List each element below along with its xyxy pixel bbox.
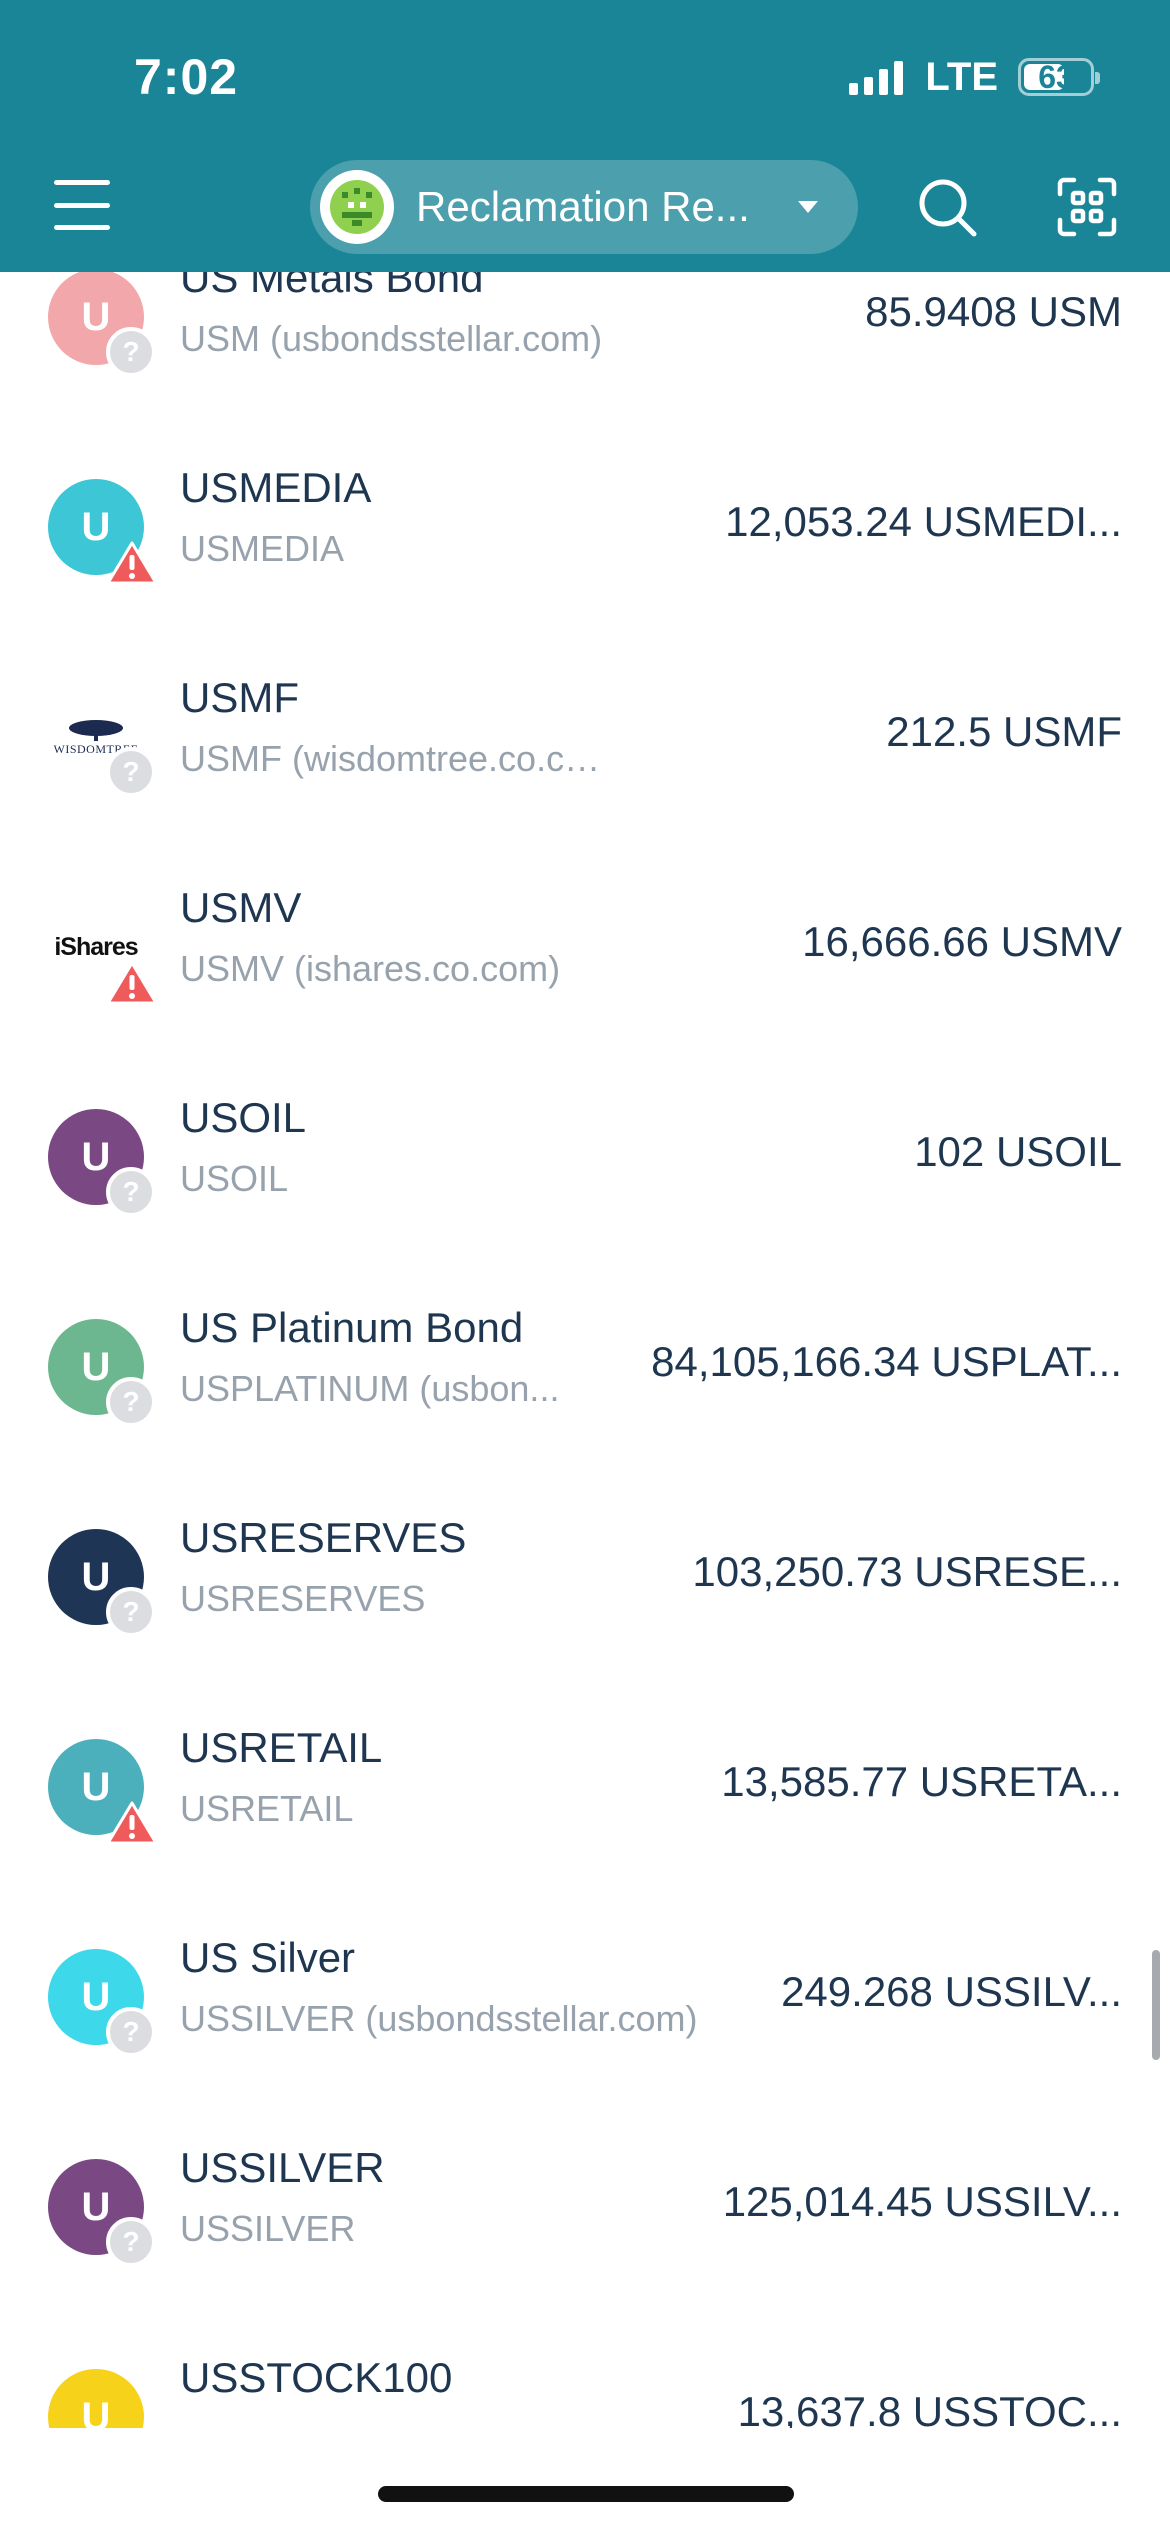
asset-row[interactable]: U? US Metals Bond USM (usbondsstellar.com)… [0,272,1170,422]
asset-row[interactable]: U USSTOCK100 13,637.8 USSTOC... [0,2312,1170,2428]
asset-row[interactable]: U USRETAIL USRETAIL 13,585.77 USRETA... [0,1682,1170,1892]
asset-name: US Silver [180,1934,356,1981]
account-name: Reclamation Re... [416,183,750,230]
asset-row[interactable]: U? US Platinum Bond USPLATINUM (usbon... 84… [0,1262,1170,1472]
status-indicators: LTE 63 [849,52,1100,102]
asset-list: U? US Metals Bond USM (usbondsstellar.com)… [0,272,1170,2428]
app-header: 7:02 LTE 63 Reclamation Re... [0,0,1170,272]
chevron-down-icon [798,201,818,213]
asset-name: USOIL [180,1094,307,1141]
asset-issuer: USM (usbondsstellar.com) [180,318,603,359]
cellular-signal-icon [849,59,904,95]
asset-row[interactable]: U? US Silver USSILVER (usbondsstellar.com)… [0,1892,1170,2102]
account-logo-icon [320,170,394,244]
asset-balance: 103,250.73 USRESE... [692,1548,1122,1595]
unknown-asset-icon: ? [106,1167,156,1217]
unknown-asset-icon: ? [106,1377,156,1427]
unknown-asset-icon: ? [106,2007,156,2057]
asset-balance: 16,666.66 USMV [802,918,1122,965]
asset-issuer: USRESERVES [180,1578,426,1619]
asset-name: USSILVER [180,2144,385,2191]
status-time: 7:02 [134,49,239,105]
battery-percent: 63 [1038,59,1074,95]
asset-issuer: USRETAIL [180,1788,354,1829]
asset-balance: 85.9408 USM [865,288,1122,335]
asset-issuer: USMV (ishares.co.com) [180,948,561,989]
asset-issuer: USSILVER [180,2208,356,2249]
asset-issuer: USOIL [180,1158,289,1199]
hamburger-menu-icon[interactable] [54,180,110,230]
asset-issuer: USMF (wisdomtree.co.com) [180,738,620,779]
warning-icon [106,1800,158,1846]
asset-row[interactable]: WISDOMTREE? USMF USMF (wisdomtree.co.com) 2… [0,632,1170,842]
asset-name: USRETAIL [180,1724,383,1771]
asset-row[interactable]: iShares USMV USMV (ishares.co.com) 16,666.6… [0,842,1170,1052]
asset-row[interactable]: U? USRESERVES USRESERVES 103,250.73 USRESE.… [0,1472,1170,1682]
asset-name: USMV [180,884,302,931]
unknown-asset-icon: ? [106,327,156,377]
account-selector[interactable]: Reclamation Re... [310,160,858,254]
qr-scan-icon[interactable] [1056,176,1118,238]
scrollbar[interactable] [1152,1950,1160,2060]
asset-name: USMEDIA [180,464,372,511]
battery-icon: 63 [1018,58,1100,96]
asset-issuer: USSILVER (usbondsstellar.com) [180,1998,698,2039]
unknown-asset-icon: ? [106,1587,156,1637]
unknown-asset-icon: ? [106,2217,156,2267]
network-type: LTE [925,54,998,99]
asset-balance: 13,637.8 USSTOC... [737,2388,1122,2428]
asset-balance: 125,014.45 USSILV... [722,2178,1122,2225]
asset-name: US Metals Bond [180,272,484,301]
unknown-asset-icon: ? [106,747,156,797]
asset-issuer: USPLATINUM (usbon... [180,1368,560,1409]
asset-name: USSTOCK100 [180,2354,453,2401]
asset-row[interactable]: U USMEDIA USMEDIA 12,053.24 USMEDI... [0,422,1170,632]
asset-name: USMF [180,674,299,721]
asset-name: US Platinum Bond [180,1304,524,1351]
warning-icon [106,960,158,1006]
asset-balance: 84,105,166.34 USPLAT... [651,1338,1122,1385]
home-indicator[interactable] [378,2486,794,2502]
asset-name: USRESERVES [180,1514,467,1561]
asset-row[interactable]: U? USSILVER USSILVER 125,014.45 USSILV... [0,2102,1170,2312]
asset-balance: 249.268 USSILV... [781,1968,1122,2015]
asset-balance: 102 USOIL [914,1128,1122,1175]
asset-balance: 212.5 USMF [886,708,1122,755]
warning-icon [106,540,158,586]
asset-issuer: USMEDIA [180,528,345,569]
asset-balance: 13,585.77 USRETA... [721,1758,1122,1805]
search-icon[interactable] [916,176,980,240]
asset-avatar: U [48,2369,144,2428]
asset-balance: 12,053.24 USMEDI... [725,498,1122,545]
asset-row[interactable]: U? USOIL USOIL 102 USOIL [0,1052,1170,1262]
